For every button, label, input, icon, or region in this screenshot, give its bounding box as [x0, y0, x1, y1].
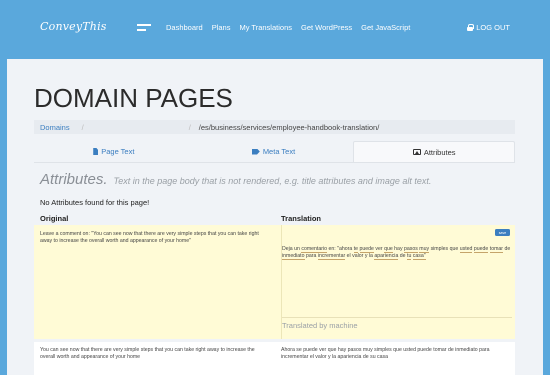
original-column-header: Original: [40, 214, 69, 223]
translation-word: ver: [375, 246, 383, 252]
nav-get-wordpress[interactable]: Get WordPress: [301, 23, 352, 32]
translation-word: en:: [328, 246, 336, 252]
file-icon: [93, 148, 99, 155]
breadcrumb-domains-link[interactable]: Domains: [40, 123, 70, 132]
translation-word: la: [368, 253, 373, 259]
tab-meta-text[interactable]: Meta Text: [194, 141, 354, 162]
brand-logo[interactable]: ConveyThis: [40, 20, 107, 33]
translation-word: que: [384, 246, 393, 253]
translation-word: para: [305, 253, 317, 259]
table-row: Leave a comment on: "You can see now tha…: [34, 225, 515, 339]
translation-word: de: [399, 253, 406, 259]
translation-word: te: [353, 246, 359, 253]
save-button[interactable]: save: [495, 229, 510, 236]
translation-word: hay: [394, 246, 403, 252]
translation-word: casa": [412, 253, 426, 260]
translation-word: Deja: [282, 246, 293, 252]
translation-word: tomar: [489, 246, 504, 253]
breadcrumb-separator: /: [188, 122, 191, 132]
original-text: Leave a comment on: "You can see now tha…: [40, 231, 259, 244]
logout-button[interactable]: LOG OUT: [467, 23, 510, 32]
translation-word: inmediato: [282, 253, 305, 260]
translation-word: que: [449, 246, 459, 252]
nav-my-translations[interactable]: My Translations: [239, 23, 292, 32]
translation-word: muy: [419, 246, 430, 253]
translation-editor[interactable]: Deja un comentario en: "ahora te puede v…: [282, 246, 512, 260]
translation-cell[interactable]: save Deja un comentario en: "ahora te pu…: [281, 225, 515, 339]
translation-word: puede: [473, 246, 489, 253]
translation-word: comentario: [301, 246, 328, 253]
hamburger-menu-icon[interactable]: [137, 23, 151, 32]
logout-label: LOG OUT: [476, 23, 510, 32]
translation-word: incrementar: [317, 253, 346, 260]
breadcrumb-separator: /: [81, 122, 84, 132]
translation-word: de: [504, 246, 511, 252]
attributes-title: Attributes.: [40, 171, 108, 188]
breadcrumb: Domains / / /es/business/services/employ…: [34, 120, 515, 134]
image-icon: [412, 149, 421, 155]
tag-icon: [251, 148, 260, 155]
attributes-description: Text in the page body that is not render…: [113, 176, 432, 186]
translation-word: y: [364, 253, 368, 259]
page-title: DOMAIN PAGES: [34, 83, 233, 113]
translation-word: pasos: [404, 246, 418, 253]
tab-label: Attributes: [423, 147, 456, 157]
lock-icon: [467, 24, 475, 31]
tab-bar: Page Text Meta Text Attributes: [34, 141, 516, 163]
attributes-heading: Attributes. Text in the page body that i…: [40, 171, 431, 188]
tab-page-text[interactable]: Page Text: [34, 141, 194, 162]
main-panel: DOMAIN PAGES Domains / / /es/business/se…: [7, 59, 543, 375]
tab-label: Page Text: [101, 147, 135, 156]
top-navbar: ConveyThis Dashboard Plans My Translatio…: [0, 0, 550, 56]
translation-column-header: Translation: [281, 214, 322, 223]
empty-message: No Attributes found for this page!: [40, 198, 150, 207]
translation-word: usted: [459, 246, 473, 253]
table-row: You can see now that there are very simp…: [34, 342, 515, 375]
original-text: You can see now that there are very simp…: [40, 347, 255, 360]
translation-word: el: [346, 253, 351, 259]
translation-word: un: [294, 246, 300, 252]
translation-text[interactable]: Ahora se puede ver que hay pasos muy sim…: [281, 347, 511, 361]
translation-word: apariencia: [374, 253, 399, 260]
nav-get-javascript[interactable]: Get JavaScript: [361, 23, 410, 32]
machine-translation-label: Translated by machine: [282, 321, 358, 330]
divider: [282, 317, 512, 318]
translation-word: "ahora: [337, 246, 353, 252]
tab-label: Meta Text: [262, 147, 296, 156]
nav-dashboard[interactable]: Dashboard: [166, 23, 203, 32]
translation-word: tu: [407, 253, 412, 260]
tab-attributes[interactable]: Attributes: [353, 141, 516, 162]
translation-word: valor: [352, 253, 364, 259]
main-nav: Dashboard Plans My Translations Get Word…: [166, 23, 419, 32]
translation-word: simples: [430, 246, 449, 252]
nav-plans[interactable]: Plans: [212, 23, 231, 32]
translation-word: puede: [359, 246, 374, 253]
breadcrumb-current-path: /es/business/services/employee-handbook-…: [198, 122, 380, 132]
